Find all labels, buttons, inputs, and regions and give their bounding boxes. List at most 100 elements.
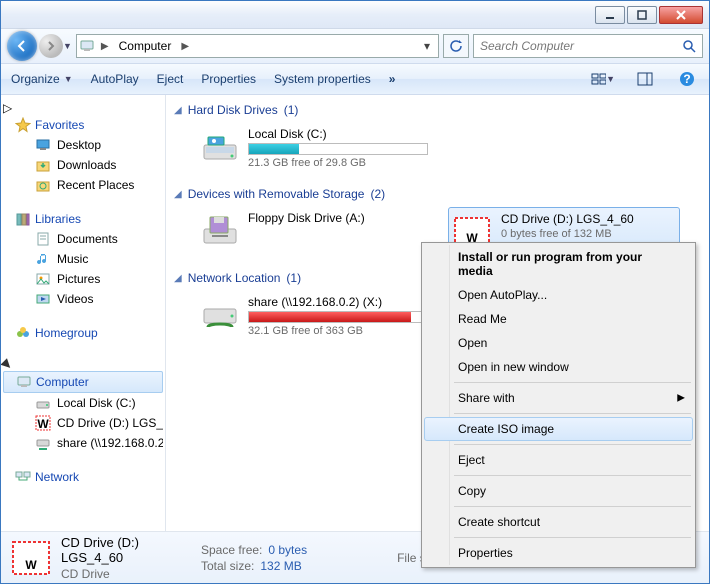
separator <box>454 537 691 538</box>
ctx-read-me[interactable]: Read Me <box>424 307 693 331</box>
ctx-properties[interactable]: Properties <box>424 541 693 565</box>
collapse-icon[interactable]: ▷ <box>3 101 12 115</box>
network-drive-icon <box>35 435 51 451</box>
search-input[interactable]: Search Computer <box>473 34 703 58</box>
refresh-button[interactable] <box>443 34 469 58</box>
music-icon <box>35 251 51 267</box>
breadcrumb-computer[interactable]: Computer <box>115 37 176 55</box>
title-bar <box>1 1 709 29</box>
cd-drive-w-icon: W <box>35 415 51 431</box>
ctx-open-autoplay[interactable]: Open AutoPlay... <box>424 283 693 307</box>
desktop-icon <box>35 137 51 153</box>
computer-icon <box>16 374 32 390</box>
documents-icon <box>35 231 51 247</box>
floppy-drive-icon <box>200 211 240 251</box>
nav-recent-places[interactable]: Recent Places <box>3 175 163 195</box>
breadcrumb-arrow-icon[interactable]: ▶ <box>99 41 111 52</box>
ctx-open-new-window[interactable]: Open in new window <box>424 355 693 379</box>
system-properties-button[interactable]: System properties <box>274 72 371 86</box>
total-size-label: Total size: <box>201 559 254 573</box>
videos-icon <box>35 291 51 307</box>
space-free-value: 0 bytes <box>268 543 307 557</box>
address-bar[interactable]: ▶ Computer ▶ ▾ <box>76 34 439 58</box>
svg-text:W: W <box>25 558 37 572</box>
history-dropdown-icon[interactable]: ▼ <box>63 41 72 51</box>
collapse-icon[interactable]: ◢ <box>174 273 182 284</box>
command-bar: Organize▼ AutoPlay Eject Properties Syst… <box>1 63 709 95</box>
search-placeholder: Search Computer <box>480 39 574 53</box>
drive-share-x[interactable]: share (\\192.168.0.2) (X:) 32.1 GB free … <box>196 291 436 341</box>
separator <box>454 382 691 383</box>
computer-group[interactable]: Computer <box>3 371 163 393</box>
group-removable-storage[interactable]: ◢ Devices with Removable Storage (2) <box>172 183 703 205</box>
favorites-group[interactable]: Favorites <box>3 115 163 135</box>
hard-drive-icon <box>35 395 51 411</box>
network-icon <box>15 469 31 485</box>
maximize-button[interactable] <box>627 6 657 24</box>
properties-button[interactable]: Properties <box>201 72 256 86</box>
overflow-button[interactable]: » <box>389 72 397 86</box>
pictures-icon <box>35 271 51 287</box>
organize-menu[interactable]: Organize▼ <box>11 72 73 86</box>
cd-drive-w-icon: W <box>11 538 51 578</box>
nav-cd-drive[interactable]: WCD Drive (D:) LGS_4_60 <box>3 413 163 433</box>
capacity-bar <box>248 311 428 323</box>
view-options-button[interactable]: ▼ <box>591 67 615 91</box>
nav-documents[interactable]: Documents <box>3 229 163 249</box>
preview-pane-button[interactable] <box>633 67 657 91</box>
autoplay-button[interactable]: AutoPlay <box>91 72 139 86</box>
nav-local-disk[interactable]: Local Disk (C:) <box>3 393 163 413</box>
libraries-icon <box>15 211 31 227</box>
details-title: CD Drive (D:) LGS_4_60 <box>61 535 191 565</box>
collapse-icon[interactable]: ▶ <box>1 356 16 372</box>
network-drive-icon <box>200 295 240 335</box>
eject-button[interactable]: Eject <box>157 72 184 86</box>
submenu-arrow-icon: ▶ <box>677 393 685 404</box>
forward-button[interactable] <box>39 34 63 58</box>
help-button[interactable]: ? <box>675 67 699 91</box>
nav-downloads[interactable]: Downloads <box>3 155 163 175</box>
space-free-label: Space free: <box>201 543 262 557</box>
address-dropdown-icon[interactable]: ▾ <box>418 39 436 53</box>
details-type: CD Drive <box>61 567 191 581</box>
favorites-icon <box>15 117 31 133</box>
nav-videos[interactable]: Videos <box>3 289 163 309</box>
nav-share[interactable]: share (\\192.168.0.2) (X:) <box>3 433 163 453</box>
nav-pictures[interactable]: Pictures <box>3 269 163 289</box>
homegroup-icon <box>15 325 31 341</box>
ctx-eject[interactable]: Eject <box>424 448 693 472</box>
separator <box>454 444 691 445</box>
ctx-create-iso[interactable]: Create ISO image <box>424 417 693 441</box>
navigation-bar: ▼ ▶ Computer ▶ ▾ Search Computer <box>1 29 709 63</box>
separator <box>454 475 691 476</box>
computer-icon <box>79 38 95 54</box>
separator <box>454 413 691 414</box>
drive-floppy-a[interactable]: Floppy Disk Drive (A:) <box>196 207 436 257</box>
collapse-icon[interactable]: ◢ <box>174 189 182 200</box>
network-group[interactable]: Network <box>3 467 163 487</box>
nav-desktop[interactable]: Desktop <box>3 135 163 155</box>
search-icon <box>682 39 696 53</box>
homegroup-group[interactable]: Homegroup <box>3 323 163 343</box>
navigation-pane: ▷ Favorites Desktop Downloads Recent Pla… <box>1 95 166 531</box>
context-menu: Install or run program from your media O… <box>421 242 696 568</box>
drive-local-c[interactable]: Local Disk (C:) 21.3 GB free of 29.8 GB <box>196 123 436 173</box>
explorer-window: ▼ ▶ Computer ▶ ▾ Search Computer Organiz… <box>0 0 710 584</box>
ctx-create-shortcut[interactable]: Create shortcut <box>424 510 693 534</box>
svg-text:W: W <box>37 417 49 431</box>
ctx-copy[interactable]: Copy <box>424 479 693 503</box>
group-hard-disk-drives[interactable]: ◢ Hard Disk Drives (1) <box>172 99 703 121</box>
ctx-install-run[interactable]: Install or run program from your media <box>424 245 693 283</box>
separator <box>454 506 691 507</box>
recent-places-icon <box>35 177 51 193</box>
minimize-button[interactable] <box>595 6 625 24</box>
ctx-share-with[interactable]: Share with▶ <box>424 386 693 410</box>
libraries-group[interactable]: Libraries <box>3 209 163 229</box>
close-button[interactable] <box>659 6 703 24</box>
ctx-open[interactable]: Open <box>424 331 693 355</box>
nav-music[interactable]: Music <box>3 249 163 269</box>
collapse-icon[interactable]: ◢ <box>174 105 182 116</box>
back-button[interactable] <box>7 31 37 61</box>
total-size-value: 132 MB <box>260 559 301 573</box>
breadcrumb-arrow-icon[interactable]: ▶ <box>179 41 191 52</box>
